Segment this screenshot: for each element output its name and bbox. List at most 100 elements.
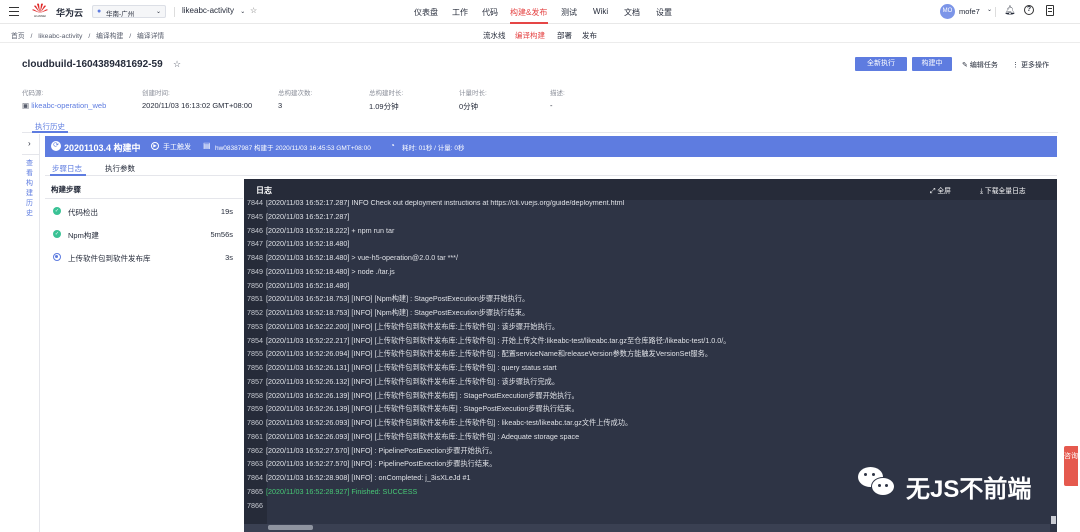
divider [995, 7, 996, 17]
expand-chevron-icon[interactable]: › [28, 139, 31, 148]
log-line-number: 7857 [247, 376, 263, 386]
edit-task-label: 编辑任务 [969, 62, 998, 69]
step-item[interactable]: ✓ 代码检出 19s [45, 202, 243, 222]
log-scrollbar-track [1050, 200, 1057, 532]
watermark-text: 无JS不前端 [906, 476, 1032, 503]
log-line: 7854 [2020/11/03 16:52:22.217] [INFO] [上传… [244, 334, 730, 348]
menu-docs[interactable]: 文档 [624, 7, 640, 18]
favorite-star-icon[interactable]: ☆ [173, 59, 181, 70]
bell-icon[interactable]: 🔔︎ [1004, 5, 1015, 16]
breadcrumb-home[interactable]: 首页 [11, 33, 25, 40]
log-line-text: [2020/11/03 16:52:27.570] [INFO] : Pipel… [266, 459, 497, 469]
log-scrollbar-thumb[interactable] [1051, 516, 1056, 524]
project-select[interactable]: likeabc-activity ⌄ [182, 6, 245, 15]
menu-work[interactable]: 工作 [452, 7, 468, 18]
meta-label: 总构建时长: [369, 90, 404, 97]
tab-params[interactable]: 执行参数 [105, 163, 135, 174]
view-history-link[interactable]: 查看构建历史 [26, 159, 35, 219]
region-label: 华南-广州 [106, 11, 135, 18]
log-line-number: 7850 [247, 280, 263, 290]
log-line-text: [2020/11/03 16:52:18.480] > node ./tar.j… [266, 266, 395, 276]
breadcrumb: 首页 / likeabc-activity / 编译构建 / 编译详情 [11, 30, 164, 40]
avatar[interactable]: MO [940, 4, 955, 19]
favorite-star-icon[interactable]: ☆ [250, 6, 257, 15]
feedback-button[interactable]: 咨询 [1064, 446, 1078, 486]
step-item[interactable]: 上传软件包到软件发布库 3s [45, 248, 243, 268]
watermark: 无JS不前端 [858, 462, 1048, 503]
brand-sub: HUAWEI [34, 14, 46, 18]
meta-label: 描述: [550, 90, 565, 97]
log-line-number: 7856 [247, 363, 263, 372]
breadcrumb-build[interactable]: 编译构建 [96, 33, 123, 40]
step-duration: 3s [225, 253, 233, 262]
sub-bar: 首页 / likeabc-activity / 编译构建 / 编译详情 流水线 … [0, 24, 1080, 43]
log-line-number: 7860 [247, 418, 263, 427]
log-line: 7859 [2020/11/03 16:52:26.139] [INFO] [上传… [244, 402, 579, 416]
more-actions-label: 更多操作 [1020, 62, 1049, 69]
log-line-number: 7852 [247, 308, 263, 317]
menu-test[interactable]: 测试 [561, 7, 577, 18]
log-line-number: 7846 [247, 225, 263, 235]
subnav-release[interactable]: 发布 [582, 30, 597, 41]
log-line: 7846 [2020/11/03 16:52:18.222] + npm run … [244, 224, 394, 238]
log-line-number: 7845 [247, 211, 263, 221]
menu-settings[interactable]: 设置 [656, 7, 672, 18]
download-log-button[interactable]: ⤓ 下载全量日志 [980, 185, 1026, 196]
step-name: 上传软件包到软件发布库 [68, 254, 151, 263]
log-line-text: [2020/11/03 16:52:18.480] [266, 239, 350, 249]
more-vertical-icon: ⋮ [1012, 62, 1019, 69]
log-line-number: 7849 [247, 266, 263, 276]
menu-build-release[interactable]: 构建&发布 [510, 7, 547, 18]
menu-code[interactable]: 代码 [482, 7, 498, 18]
run-duration: 耗时: 01秒 / 计量: 0秒 [402, 145, 465, 152]
help-icon[interactable]: ? [1024, 5, 1034, 15]
edit-task-button[interactable]: ✎ 编辑任务 [962, 60, 998, 70]
log-line: 7851 [2020/11/03 16:52:18.753] [INFO] [Np… [244, 292, 529, 306]
tab-active-bar [50, 174, 86, 176]
log-line-text: [2020/11/03 16:52:26.094] [INFO] [上传软件包到… [266, 349, 713, 359]
step-item[interactable]: ✓ Npm构建 5m56s [45, 225, 243, 245]
meta-source-link[interactable]: likeabc-operation_web [31, 101, 106, 110]
log-header: 日志 ⤢ 全屏 ⤓ 下载全量日志 [244, 179, 1057, 200]
more-actions-button[interactable]: ⋮ 更多操作 [1012, 60, 1049, 70]
username[interactable]: mofe7 [959, 7, 980, 16]
history-side-panel: › 查看构建历史 [22, 134, 40, 532]
steps-divider [45, 198, 243, 199]
step-name: 代码检出 [68, 208, 98, 217]
step-name: Npm构建 [68, 231, 99, 240]
repo-icon: ▣ [22, 101, 30, 110]
chevron-down-icon: ⌄ [155, 9, 161, 15]
run-all-button[interactable]: 全新执行 [855, 57, 907, 71]
meta-value: 0分钟 [459, 102, 479, 111]
huawei-logo[interactable]: HUAWEI [32, 3, 48, 18]
breadcrumb-project[interactable]: likeabc-activity [38, 33, 82, 40]
region-select[interactable]: ● 华南-广州 ⌄ [92, 5, 166, 18]
run-header: ⟳ 20201103.4 构建中 ▶ 手工触发 ▤ hw08387987 构建于… [45, 136, 1057, 157]
subnav-build[interactable]: 编译构建 [515, 30, 545, 41]
subnav-pipeline[interactable]: 流水线 [483, 30, 506, 41]
menu-dashboard[interactable]: 仪表盘 [414, 7, 438, 18]
wechat-icon [858, 467, 896, 497]
log-hscrollbar-thumb[interactable] [268, 525, 313, 530]
commit-icon: ▤ [203, 141, 211, 150]
log-line-number: 7866 [247, 500, 263, 510]
log-line-text: [2020/11/03 16:52:28.908] [INFO] : onCom… [266, 473, 471, 482]
log-line: 7848 [2020/11/03 16:52:18.480] > vue-h5-o… [244, 251, 458, 265]
chevron-down-icon: ⌄ [240, 9, 246, 15]
meta-value: 3 [278, 101, 283, 110]
hamburger-menu-icon[interactable] [9, 7, 19, 16]
log-line: 7865 [2020/11/03 16:52:28.927] Finished: … [244, 485, 417, 499]
menu-wiki[interactable]: Wiki [593, 7, 608, 16]
meta-metered: 计量时长: 0分钟 [459, 87, 487, 112]
log-line: 7866 [244, 499, 266, 513]
subnav-deploy[interactable]: 部署 [557, 30, 572, 41]
tab-step-log[interactable]: 步骤日志 [52, 163, 82, 174]
page-title: cloudbuild-1604389481692-59 [22, 59, 163, 70]
building-button[interactable]: 构建中 [912, 57, 952, 71]
steps-title: 构建步骤 [51, 185, 81, 194]
fullscreen-button[interactable]: ⤢ 全屏 [930, 185, 951, 196]
meta-value: 2020/11/03 16:13:02 GMT+08:00 [142, 101, 253, 110]
check-circle-icon: ✓ [53, 230, 61, 238]
log-line-text: [2020/11/03 16:52:27.570] [INFO] : Pipel… [266, 445, 497, 455]
app-grid-icon[interactable] [1046, 5, 1054, 16]
